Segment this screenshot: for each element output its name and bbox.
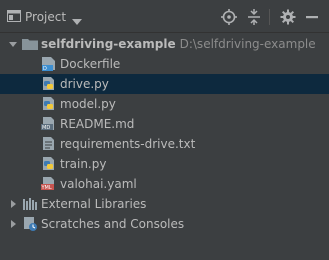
root-folder-name: selfdriving-example [41,37,176,51]
file-label: requirements-drive.txt [60,137,196,151]
tree-node-root-folder[interactable]: selfdriving-example D:\selfdriving-exampl… [0,34,329,54]
tree-node-file[interactable]: YML valohai.yaml [0,174,329,194]
tree-node-file[interactable]: MD README.md [0,114,329,134]
svg-text:YML: YML [41,185,52,191]
file-label: README.md [60,117,135,131]
text-file-icon [41,137,57,151]
root-folder-path: D:\selfdriving-example [179,37,316,51]
tree-node-scratches[interactable]: Scratches and Consoles [0,214,329,234]
expand-arrow-icon[interactable] [8,34,18,54]
svg-text:MD: MD [42,125,50,131]
external-libraries-label: External Libraries [41,197,147,211]
tree-node-file[interactable]: train.py [0,154,329,174]
file-label: model.py [60,97,116,111]
file-label: train.py [60,157,107,171]
folder-icon [22,37,38,51]
svg-text:D: D [43,66,47,71]
file-label: valohai.yaml [60,177,137,191]
tree-node-file-selected[interactable]: drive.py [0,74,329,94]
chevron-right-icon[interactable] [8,214,18,234]
locate-icon[interactable] [221,9,237,28]
project-toolwindow-header: Project [0,0,329,33]
file-label: Dockerfile [60,57,121,71]
project-view-icon [7,10,21,25]
tree-node-external-libraries[interactable]: External Libraries [0,194,329,214]
markdown-file-icon: MD [41,117,57,131]
python-file-icon [41,157,57,171]
library-icon [22,197,38,211]
tree-node-file[interactable]: D Dockerfile [0,54,329,74]
chevron-right-icon[interactable] [8,194,18,214]
yaml-file-icon: YML [41,177,57,191]
collapse-all-icon[interactable] [246,9,262,28]
tree-node-file[interactable]: model.py [0,94,329,114]
scratches-icon [22,217,38,231]
minimize-icon[interactable] [305,9,319,28]
scratches-label: Scratches and Consoles [41,217,185,231]
toolbar-separator [269,9,270,25]
chevron-down-icon[interactable] [72,14,82,28]
tree-node-file[interactable]: requirements-drive.txt [0,134,329,154]
python-file-icon [41,77,57,91]
project-view-title[interactable]: Project [25,10,66,24]
gear-icon[interactable] [280,9,296,28]
file-label: drive.py [60,77,109,91]
python-file-icon [41,97,57,111]
docker-file-icon: D [41,57,57,72]
